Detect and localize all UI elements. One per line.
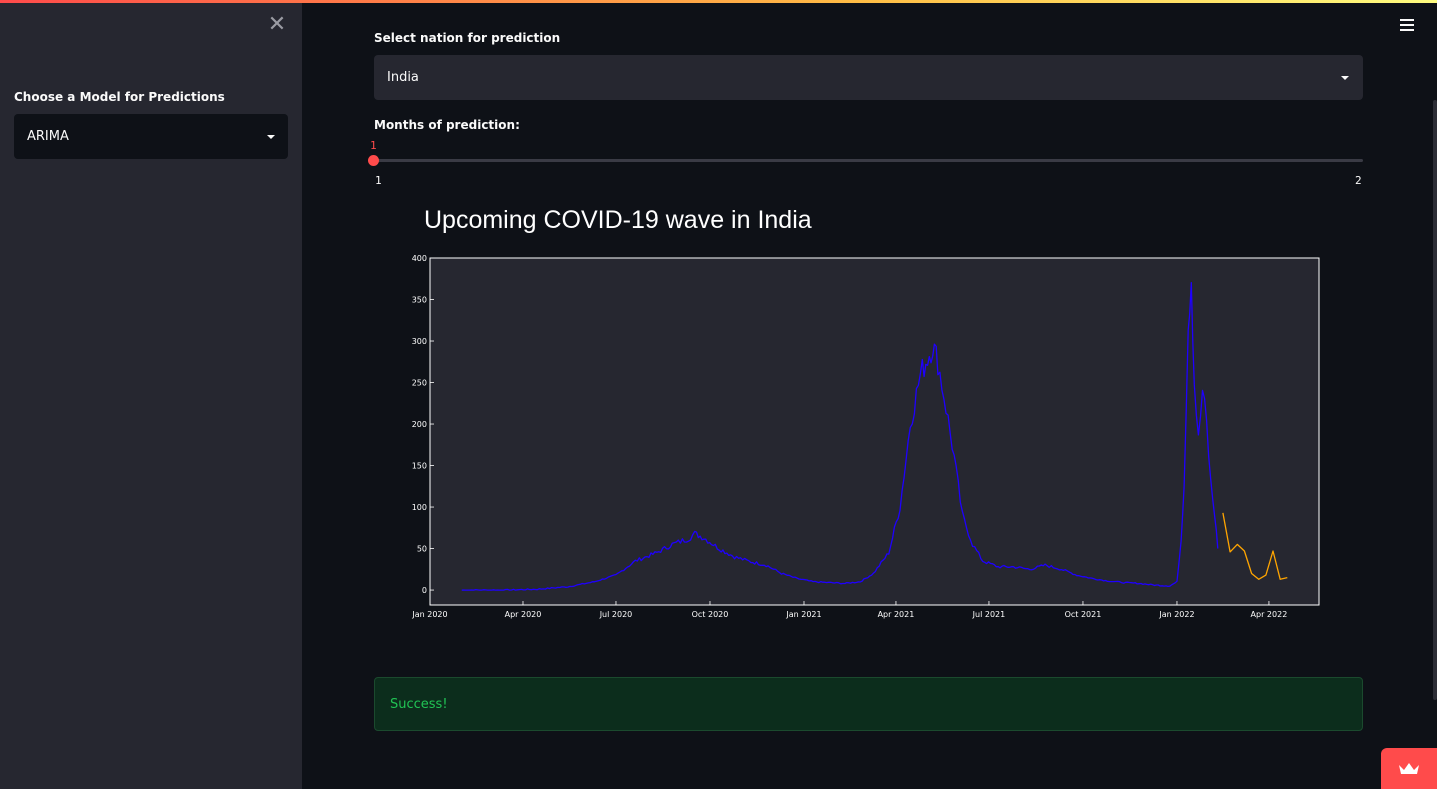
x-tick-label: Apr 2020 [505,610,542,619]
success-message: Success! [390,696,448,712]
menu-icon-bar [1400,29,1414,31]
y-tick-label: 400 [412,254,427,263]
x-tick-label: Oct 2021 [1065,610,1102,619]
slider-max-label: 2 [1355,174,1362,187]
nation-select-label: Select nation for prediction [374,31,561,45]
caret-down-icon [267,134,275,139]
months-slider-thumb[interactable] [368,155,379,166]
model-select[interactable]: ARIMA [14,114,288,159]
y-tick-label: 300 [412,337,427,346]
y-tick-label: 0 [422,586,427,595]
y-tick-label: 50 [417,545,427,554]
caret-down-icon [1341,75,1349,80]
y-tick-label: 350 [412,296,427,305]
months-slider-label: Months of prediction: [374,118,520,132]
x-tick-label: Apr 2021 [878,610,915,619]
deploy-crown-button[interactable] [1381,748,1437,789]
x-tick-label: Jan 2021 [785,610,821,619]
x-tick-label: Jan 2022 [1158,610,1194,619]
top-decoration-bar [0,0,1437,3]
slider-current-value: 1 [370,139,377,152]
page-scrollbar[interactable] [1433,100,1437,700]
close-icon: ✕ [267,12,287,37]
covid-wave-chart: 0 50 100 150 200 250 300 350 400 Jan 2020 Apr 2020… [411,254,1320,619]
menu-icon-bar [1400,24,1414,26]
x-tick-label: Apr 2022 [1251,610,1288,619]
model-select-value: ARIMA [27,129,69,144]
crown-icon [1399,762,1419,774]
main-menu-button[interactable] [1400,19,1414,33]
nation-select[interactable]: India [374,55,1363,100]
chart-title: Upcoming COVID-19 wave in India [424,206,812,234]
y-tick-label: 100 [412,503,427,512]
success-alert: Success! [374,677,1363,731]
model-select-label: Choose a Model for Predictions [14,90,225,104]
slider-min-label: 1 [375,174,382,187]
x-tick-label: Oct 2020 [692,610,729,619]
x-tick-label: Jul 2020 [599,610,633,619]
menu-icon-bar [1400,19,1414,21]
y-tick-label: 150 [412,462,427,471]
x-tick-label: Jan 2020 [411,610,447,619]
close-sidebar-button[interactable]: ✕ [266,14,288,36]
sidebar: ✕ Choose a Model for Predictions ARIMA [0,0,302,789]
y-tick-label: 250 [412,379,427,388]
x-tick-label: Jul 2021 [972,610,1006,619]
y-tick-label: 200 [412,420,427,429]
nation-select-value: India [387,70,419,85]
months-slider-track[interactable] [374,159,1363,162]
